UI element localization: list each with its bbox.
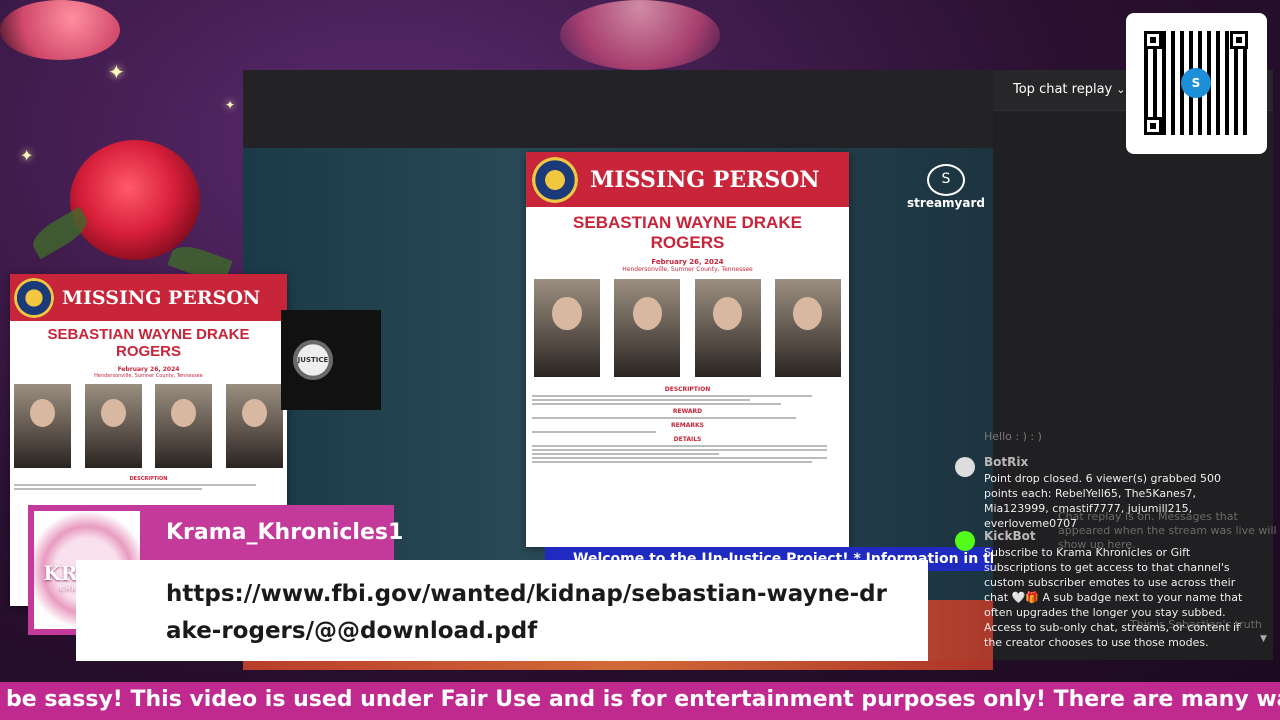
flyer-header: MISSING PERSON: [526, 152, 849, 207]
flyer-name: SEBASTIAN WAYNE DRAKE ROGERS: [526, 213, 849, 252]
chat-username[interactable]: BotRix: [984, 455, 1028, 469]
background-rose: [560, 0, 720, 70]
flyer-photo: [225, 383, 283, 468]
channel-username: Krama_Khronicles1: [146, 505, 403, 560]
flyer-name-line2: ROGERS: [650, 232, 725, 252]
streamyard-watermark: S streamyard: [906, 164, 986, 210]
flyer-name: SEBASTIAN WAYNE DRAKE ROGERS: [10, 326, 287, 361]
flyer-body: DESCRIPTION: [10, 476, 287, 490]
justice-logo: JUSTICE: [293, 340, 333, 380]
qr-finder-icon: [1144, 31, 1162, 49]
flyer-name-line1: SEBASTIAN WAYNE DRAKE: [47, 326, 250, 343]
ticker-text: be sassy! This video is used under Fair …: [6, 687, 1280, 712]
flyer-header: MISSING PERSON: [10, 274, 287, 321]
sparkle-icon: ✦: [225, 98, 236, 112]
qr-finder-icon: [1230, 31, 1248, 49]
chat-text: Point drop closed. 6 viewer(s) grabbed 5…: [984, 472, 1221, 530]
flyer-name-line2: ROGERS: [115, 343, 181, 361]
url-text: https://www.fbi.gov/wanted/kidnap/sebast…: [166, 581, 887, 644]
flyer-section-title: REMARKS: [671, 422, 704, 430]
chat-ghost-text: Hello : ) : ): [984, 430, 1042, 443]
flyer-photo: [155, 383, 213, 468]
fbi-seal-icon: [532, 156, 578, 203]
qr-logo: S: [1181, 68, 1211, 98]
flyer-photos: [526, 273, 849, 383]
chat-mode-label: Top chat replay: [1013, 82, 1113, 97]
stream-top-bar: [243, 70, 993, 148]
sparkle-icon: ✦: [20, 146, 34, 165]
background-rose: [0, 0, 120, 60]
flyer-name-line1: SEBASTIAN WAYNE DRAKE: [573, 213, 802, 232]
streamyard-label: streamyard: [907, 196, 985, 210]
disclaimer-ticker: be sassy! This video is used under Fair …: [0, 682, 1280, 720]
flyer-section-title: DETAILS: [673, 436, 702, 444]
chat-scroll-down-icon[interactable]: ▼: [1260, 634, 1267, 644]
bot-avatar: [955, 457, 975, 477]
flyer-location: Hendersonville, Sumner County, Tennessee: [622, 266, 753, 274]
sparkle-icon: ✦: [108, 60, 125, 84]
chat-text: Subscribe to Krama Khronicles or Gift su…: [984, 546, 1243, 649]
flyer-heading: MISSING PERSON: [62, 286, 261, 309]
flyer-photos: [10, 379, 287, 473]
flyer-section-title: DESCRIPTION: [129, 475, 168, 482]
fbi-seal-icon: [14, 277, 54, 318]
flyer-photo: [774, 279, 841, 378]
flyer-section-title: DESCRIPTION: [664, 386, 711, 394]
url-plate: https://www.fbi.gov/wanted/kidnap/sebast…: [76, 560, 928, 661]
flyer-body: DESCRIPTION REWARD REMARKS DETAILS: [526, 386, 849, 464]
flyer-section-title: REWARD: [672, 408, 703, 416]
justice-logo-tile: JUSTICE: [281, 310, 381, 410]
chevron-down-icon: ⌄: [1116, 83, 1126, 96]
flyer-photo: [14, 383, 71, 468]
flyer-photo: [534, 279, 600, 378]
chat-username[interactable]: KickBot: [984, 529, 1036, 543]
flyer-photo: [84, 383, 142, 468]
flyer-date: February 26, 2024: [117, 365, 180, 373]
qr-code: S: [1126, 13, 1267, 154]
flyer-photo: [694, 279, 761, 378]
streamyard-icon: S: [927, 164, 965, 196]
flyer-heading: MISSING PERSON: [590, 166, 820, 193]
flyer-date: February 26, 2024: [651, 258, 724, 267]
missing-person-flyer-main: MISSING PERSON SEBASTIAN WAYNE DRAKE ROG…: [526, 152, 849, 547]
qr-finder-icon: [1144, 117, 1162, 135]
flyer-photo: [614, 279, 681, 378]
chat-mode-dropdown[interactable]: Top chat replay ⌄: [1013, 82, 1125, 97]
background-rose: [70, 140, 200, 260]
kick-bot-avatar: [955, 531, 975, 551]
